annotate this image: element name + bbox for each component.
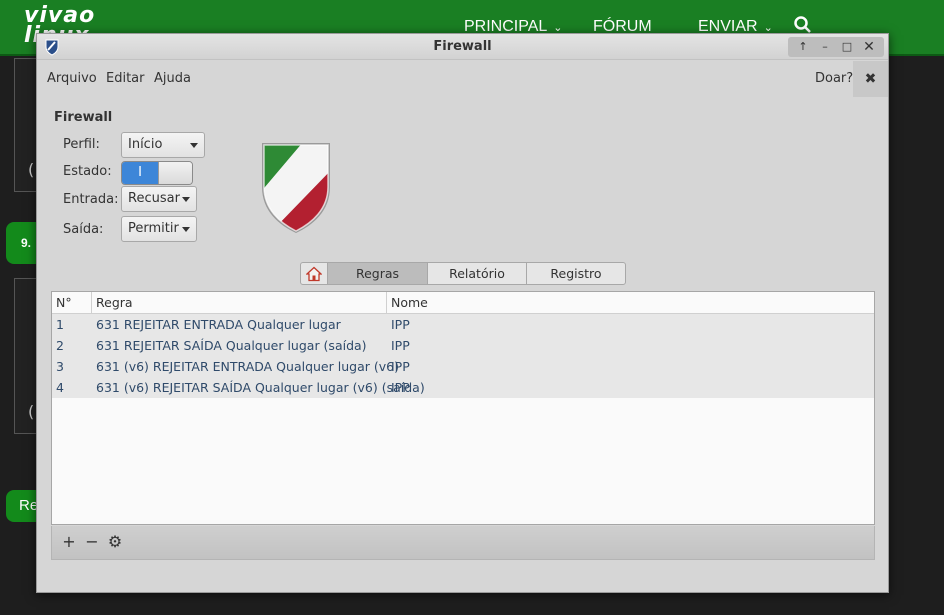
- tab-log[interactable]: Registro: [526, 263, 625, 284]
- section-title: Firewall: [54, 110, 113, 125]
- home-icon: [305, 266, 323, 282]
- gear-icon[interactable]: ⚙: [105, 532, 125, 552]
- status-toggle[interactable]: I: [121, 161, 193, 185]
- chevron-down-icon: [190, 143, 198, 148]
- maximize-button[interactable]: □: [836, 37, 858, 57]
- bg-text: (: [28, 160, 35, 179]
- close-button[interactable]: ✕: [858, 37, 880, 57]
- firewall-shield-icon: [262, 143, 330, 233]
- menubar: Arquivo Editar Ajuda Doar? ✖: [37, 61, 888, 97]
- status-label: Estado:: [63, 164, 112, 179]
- titlebar[interactable]: Firewall ↑ – □ ✕: [37, 34, 888, 60]
- bg-button[interactable]: Re: [6, 490, 38, 522]
- column-name[interactable]: Nome: [387, 292, 874, 314]
- menu-file[interactable]: Arquivo: [47, 71, 97, 86]
- outgoing-combo[interactable]: Permitir: [121, 216, 197, 242]
- toggle-knob: [158, 162, 192, 184]
- rules-table: N° Regra Nome 1 631 REJEITAR ENTRADA Qua…: [51, 291, 875, 525]
- profile-label: Perfil:: [63, 137, 100, 152]
- pin-button[interactable]: ↑: [792, 37, 814, 57]
- chevron-down-icon: [182, 197, 190, 202]
- table-row[interactable]: 2 631 REJEITAR SAÍDA Qualquer lugar (saí…: [52, 335, 874, 356]
- tab-report[interactable]: Relatório: [427, 263, 526, 284]
- table-row[interactable]: 3 631 (v6) REJEITAR ENTRADA Qualquer lug…: [52, 356, 874, 377]
- donate-close-icon[interactable]: ✖: [853, 61, 888, 97]
- table-row[interactable]: 1 631 REJEITAR ENTRADA Qualquer lugar IP…: [52, 314, 874, 335]
- incoming-combo[interactable]: Recusar: [121, 186, 197, 212]
- add-rule-button[interactable]: +: [59, 532, 79, 552]
- window-title: Firewall: [433, 39, 492, 54]
- profile-combo[interactable]: Início: [121, 132, 205, 158]
- donate-link[interactable]: Doar?: [815, 71, 853, 86]
- table-header: N° Regra Nome: [52, 292, 874, 314]
- menu-help[interactable]: Ajuda: [154, 71, 191, 86]
- search-icon[interactable]: [794, 16, 812, 34]
- view-tabs: Regras Relatório Registro: [300, 262, 626, 285]
- table-row[interactable]: 4 631 (v6) REJEITAR SAÍDA Qualquer lugar…: [52, 377, 874, 398]
- home-tab[interactable]: [301, 263, 327, 284]
- firewall-window: Firewall ↑ – □ ✕ Arquivo Editar Ajuda Do…: [36, 33, 889, 593]
- tab-rules[interactable]: Regras: [327, 263, 427, 284]
- window-controls: ↑ – □ ✕: [788, 37, 884, 57]
- minimize-button[interactable]: –: [814, 37, 836, 57]
- menu-edit[interactable]: Editar: [106, 71, 145, 86]
- remove-rule-button[interactable]: −: [82, 532, 102, 552]
- column-number[interactable]: N°: [52, 292, 92, 314]
- bg-number-badge: 9.: [6, 222, 38, 264]
- outgoing-label: Saída:: [63, 222, 104, 237]
- bg-text: (: [28, 402, 35, 421]
- chevron-down-icon: [182, 227, 190, 232]
- column-rule[interactable]: Regra: [92, 292, 387, 314]
- rules-toolbar: + − ⚙: [51, 526, 875, 560]
- incoming-label: Entrada:: [63, 192, 119, 207]
